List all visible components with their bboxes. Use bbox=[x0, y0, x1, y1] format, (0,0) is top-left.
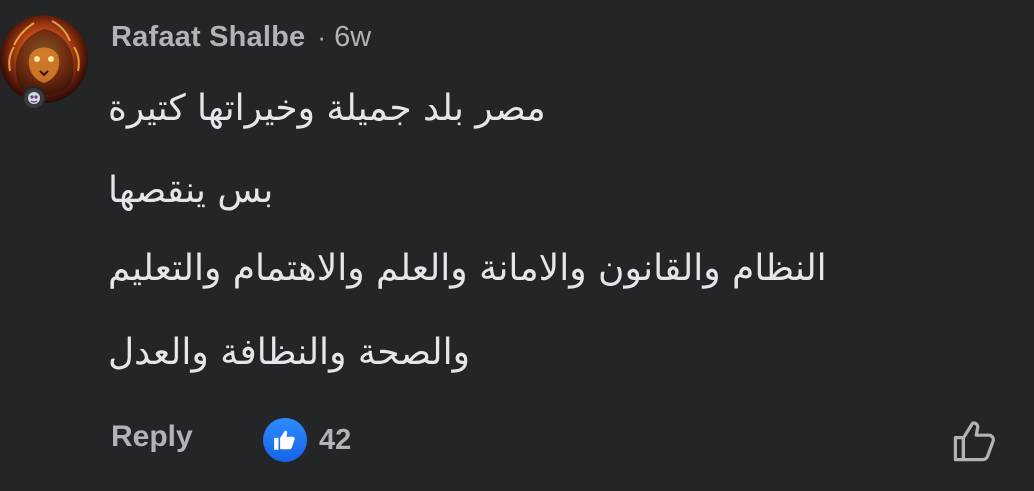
comment-line-2: بس ينقصها bbox=[108, 170, 274, 211]
reply-button[interactable]: Reply bbox=[111, 420, 193, 454]
comment: Rafaat Shalbe · 6w مصر بلد جميلة وخيراته… bbox=[0, 0, 1034, 491]
profile-badge-icon bbox=[22, 86, 46, 110]
author-avatar[interactable] bbox=[0, 15, 88, 103]
comment-header: Rafaat Shalbe · 6w bbox=[111, 16, 371, 58]
reaction-summary[interactable]: 42 bbox=[263, 416, 351, 464]
thumbs-up-outline-icon[interactable] bbox=[951, 418, 999, 464]
comment-actions: Reply 42 bbox=[111, 416, 1011, 464]
meta-separator: · bbox=[317, 21, 327, 52]
comment-timestamp[interactable]: 6w bbox=[334, 21, 371, 54]
comment-line-4: والصحة والنظافة والعدل bbox=[108, 332, 471, 373]
like-reaction-icon bbox=[263, 418, 307, 462]
comment-line-1: مصر بلد جميلة وخيراتها كتيرة bbox=[108, 88, 546, 129]
author-name[interactable]: Rafaat Shalbe bbox=[111, 21, 305, 54]
reaction-count: 42 bbox=[319, 423, 352, 456]
comment-line-3: النظام والقانون والامانة والعلم والاهتما… bbox=[108, 248, 827, 289]
